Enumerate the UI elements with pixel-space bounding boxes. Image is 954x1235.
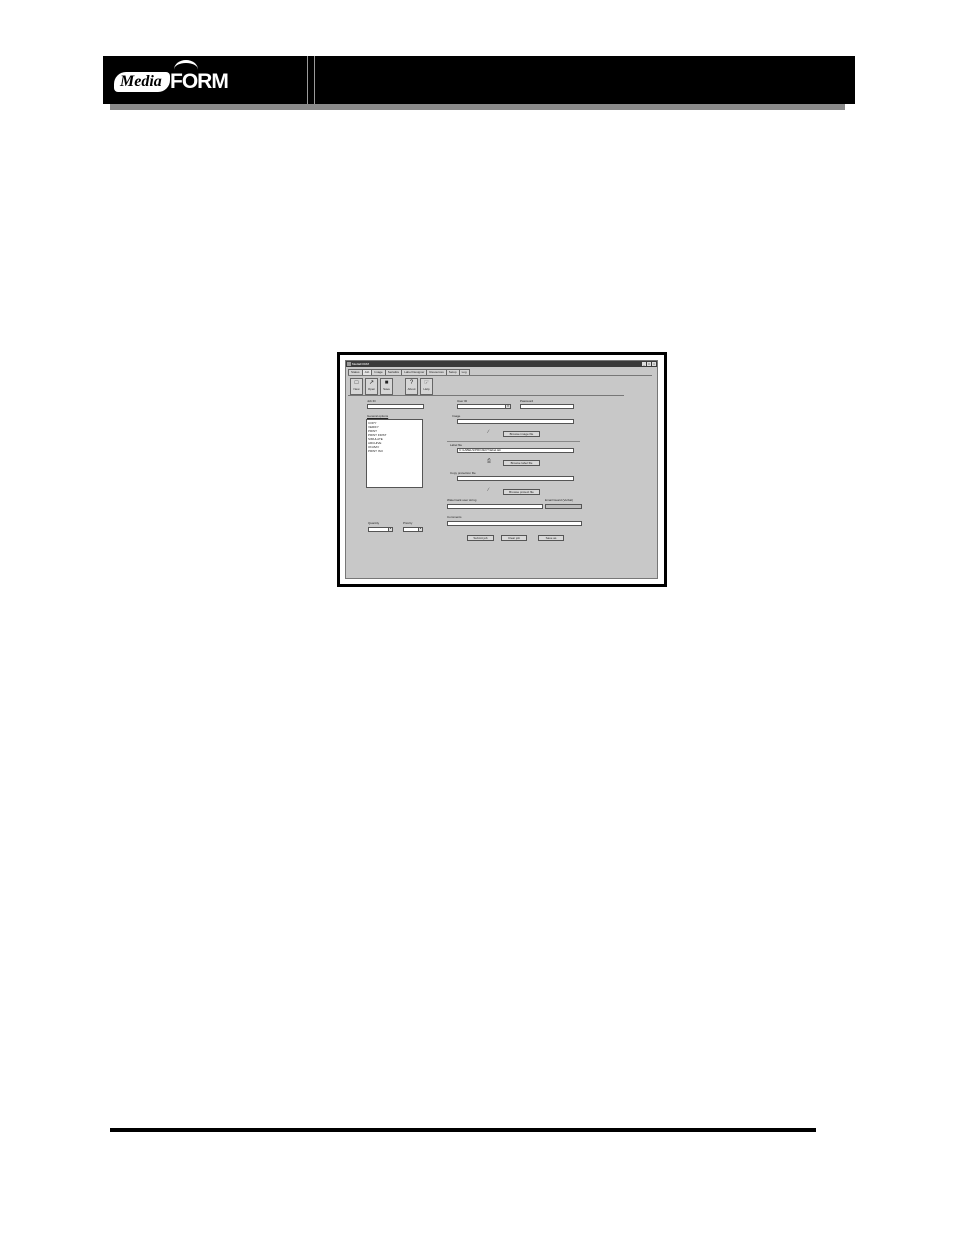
new-button-label: New <box>353 387 360 391</box>
mediaform-logo: Media FORM <box>114 60 234 96</box>
section-divider <box>447 441 580 442</box>
open-button-label: Open <box>367 387 376 391</box>
screenshot-frame: MediaFORM _ □ × Status Job Image Seriali… <box>337 352 667 587</box>
about-button-label: About <box>407 387 416 391</box>
pencil-icon: ∕ <box>488 487 489 493</box>
comments-label: Comments <box>447 515 462 519</box>
label-file-input[interactable]: C:\LABELS\PROJECT\label.lab <box>457 448 574 453</box>
job-id-label: Job ID <box>367 399 376 403</box>
toolbar-baseline <box>348 395 624 396</box>
toolbar: □ New ↗ Open ■ Save ? About ☞ Help <box>350 378 433 395</box>
printer-icon: ⎙ <box>487 458 492 464</box>
image-label: Image <box>452 414 461 418</box>
priority-stepper[interactable]: ▲ <box>403 527 423 532</box>
logo-media-text: Media <box>114 72 170 92</box>
quantity-stepper[interactable]: ▲ <box>368 527 393 532</box>
help-button-label: Help <box>423 387 430 391</box>
job-id-input[interactable] <box>367 404 424 409</box>
watermark-label: Watermark user string <box>447 498 477 502</box>
clear-job-button[interactable]: Clear job <box>501 535 527 541</box>
maximize-button[interactable]: □ <box>647 362 651 366</box>
tab-baseline <box>348 375 652 376</box>
comments-input[interactable] <box>447 521 582 526</box>
close-button[interactable]: × <box>652 362 656 366</box>
app-icon <box>347 362 351 366</box>
footer-rule <box>110 1128 816 1132</box>
chevron-down-icon[interactable]: ▾ <box>505 405 510 408</box>
general-options-list[interactable]: COPY VERIFY PRINT PRINT FIRST SIMULATE A… <box>366 419 423 488</box>
save-button[interactable]: ■ Save <box>380 378 393 395</box>
list-item[interactable]: PRINT ISO <box>368 449 421 453</box>
general-options-label: General options <box>367 414 389 418</box>
browse-protect-button[interactable]: Browse protect file <box>503 489 540 495</box>
header-divider <box>307 56 317 104</box>
logo-form-text: FORM <box>170 70 229 93</box>
app-window: MediaFORM _ □ × Status Job Image Seriali… <box>345 360 658 579</box>
spin-icon[interactable]: ▲ <box>418 528 422 531</box>
email-guard-field <box>545 504 582 509</box>
new-button[interactable]: □ New <box>350 378 363 395</box>
user-id-combobox[interactable]: ▾ <box>457 404 511 409</box>
open-button[interactable]: ↗ Open <box>365 378 378 395</box>
pencil-icon: ∕ <box>488 429 489 435</box>
browse-image-button[interactable]: Browse image file <box>503 431 540 437</box>
priority-label: Priority <box>403 521 413 525</box>
password-label: Password <box>520 399 534 403</box>
quantity-label: Quantity <box>368 521 380 525</box>
about-button[interactable]: ? About <box>405 378 418 395</box>
watermark-input[interactable] <box>447 504 543 509</box>
spin-icon[interactable]: ▲ <box>388 528 392 531</box>
minimize-button[interactable]: _ <box>642 362 646 366</box>
help-button[interactable]: ☞ Help <box>420 378 433 395</box>
window-title: MediaFORM <box>352 362 370 366</box>
password-field[interactable] <box>520 404 574 409</box>
header-shadow <box>110 104 845 110</box>
email-guard-label: Email Guard (Verbal) <box>545 498 574 502</box>
user-id-label: User ID <box>457 399 468 403</box>
submit-job-button[interactable]: Submit job <box>467 535 494 541</box>
title-bar: MediaFORM _ □ × <box>346 361 657 367</box>
browse-label-button[interactable]: Browse label file <box>503 460 540 466</box>
copy-protection-label: Copy protection file <box>450 471 476 475</box>
copy-protection-input[interactable] <box>457 476 574 481</box>
save-button-label: Save <box>383 387 390 391</box>
image-input[interactable] <box>457 419 574 424</box>
save-as-button[interactable]: Save as <box>538 535 564 541</box>
label-file-label: Label file <box>450 443 463 447</box>
